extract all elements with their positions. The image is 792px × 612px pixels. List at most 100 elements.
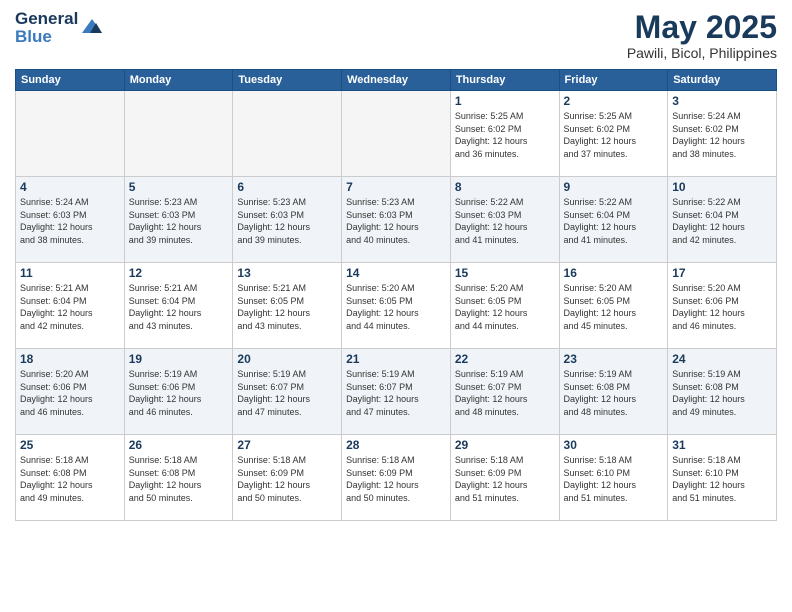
table-row: 8 Sunrise: 5:22 AM Sunset: 6:03 PM Daylig… <box>450 177 559 263</box>
day-number: 25 <box>20 438 120 452</box>
page-header: General Blue May 2025 Pawili, Bicol, Phi… <box>15 10 777 61</box>
table-row: 13 Sunrise: 5:21 AM Sunset: 6:05 PM Dayli… <box>233 263 342 349</box>
day-number: 18 <box>20 352 120 366</box>
day-number: 23 <box>564 352 664 366</box>
table-row: 16 Sunrise: 5:20 AM Sunset: 6:05 PM Dayli… <box>559 263 668 349</box>
table-row <box>342 91 451 177</box>
day-number: 17 <box>672 266 772 280</box>
table-row: 24 Sunrise: 5:19 AM Sunset: 6:08 PM Dayli… <box>668 349 777 435</box>
table-row: 28 Sunrise: 5:18 AM Sunset: 6:09 PM Dayli… <box>342 435 451 521</box>
day-number: 11 <box>20 266 120 280</box>
calendar-header-row: Sunday Monday Tuesday Wednesday Thursday… <box>16 70 777 91</box>
table-row: 15Sunrise: 5:20 AM Sunset: 6:05 PM Dayli… <box>450 263 559 349</box>
day-info: Sunrise: 5:20 AM Sunset: 6:05 PM Dayligh… <box>564 282 664 332</box>
logo-icon <box>82 19 102 38</box>
day-number: 31 <box>672 438 772 452</box>
day-number: 15 <box>455 266 555 280</box>
col-wednesday: Wednesday <box>342 70 451 91</box>
day-info: Sunrise: 5:23 AM Sunset: 6:03 PM Dayligh… <box>129 196 229 246</box>
location-subtitle: Pawili, Bicol, Philippines <box>627 45 777 61</box>
day-info: Sunrise: 5:22 AM Sunset: 6:03 PM Dayligh… <box>455 196 555 246</box>
day-number: 8 <box>455 180 555 194</box>
day-info: Sunrise: 5:25 AM Sunset: 6:02 PM Dayligh… <box>564 110 664 160</box>
day-info: Sunrise: 5:18 AM Sunset: 6:09 PM Dayligh… <box>237 454 337 504</box>
table-row: 1 Sunrise: 5:25 AM Sunset: 6:02 PM Daylig… <box>450 91 559 177</box>
table-row: 3 Sunrise: 5:24 AM Sunset: 6:02 PM Daylig… <box>668 91 777 177</box>
table-row <box>16 91 125 177</box>
day-info: Sunrise: 5:18 AM Sunset: 6:08 PM Dayligh… <box>129 454 229 504</box>
day-info: Sunrise: 5:21 AM Sunset: 6:04 PM Dayligh… <box>129 282 229 332</box>
day-number: 3 <box>672 94 772 108</box>
col-thursday: Thursday <box>450 70 559 91</box>
table-row: 22Sunrise: 5:19 AM Sunset: 6:07 PM Dayli… <box>450 349 559 435</box>
col-monday: Monday <box>124 70 233 91</box>
day-number: 1 <box>455 94 555 108</box>
day-info: Sunrise: 5:19 AM Sunset: 6:07 PM Dayligh… <box>346 368 446 418</box>
day-number: 6 <box>237 180 337 194</box>
logo-line2: Blue <box>15 28 78 46</box>
page-container: General Blue May 2025 Pawili, Bicol, Phi… <box>0 0 792 612</box>
table-row: 31 Sunrise: 5:18 AM Sunset: 6:10 PM Dayli… <box>668 435 777 521</box>
table-row: 10Sunrise: 5:22 AM Sunset: 6:04 PM Dayli… <box>668 177 777 263</box>
day-number: 21 <box>346 352 446 366</box>
day-number: 7 <box>346 180 446 194</box>
day-info: Sunrise: 5:24 AM Sunset: 6:02 PM Dayligh… <box>672 110 772 160</box>
day-number: 26 <box>129 438 229 452</box>
table-row: 17Sunrise: 5:20 AM Sunset: 6:06 PM Dayli… <box>668 263 777 349</box>
table-row: 7 Sunrise: 5:23 AM Sunset: 6:03 PM Daylig… <box>342 177 451 263</box>
day-info: Sunrise: 5:18 AM Sunset: 6:08 PM Dayligh… <box>20 454 120 504</box>
day-number: 19 <box>129 352 229 366</box>
logo: General Blue <box>15 10 102 46</box>
day-info: Sunrise: 5:25 AM Sunset: 6:02 PM Dayligh… <box>455 110 555 160</box>
day-number: 16 <box>564 266 664 280</box>
table-row: 29Sunrise: 5:18 AM Sunset: 6:09 PM Dayli… <box>450 435 559 521</box>
day-info: Sunrise: 5:18 AM Sunset: 6:09 PM Dayligh… <box>455 454 555 504</box>
table-row: 6 Sunrise: 5:23 AM Sunset: 6:03 PM Daylig… <box>233 177 342 263</box>
col-saturday: Saturday <box>668 70 777 91</box>
day-number: 24 <box>672 352 772 366</box>
day-number: 4 <box>20 180 120 194</box>
day-info: Sunrise: 5:19 AM Sunset: 6:08 PM Dayligh… <box>564 368 664 418</box>
table-row: 27Sunrise: 5:18 AM Sunset: 6:09 PM Dayli… <box>233 435 342 521</box>
day-info: Sunrise: 5:23 AM Sunset: 6:03 PM Dayligh… <box>346 196 446 246</box>
day-number: 2 <box>564 94 664 108</box>
day-number: 5 <box>129 180 229 194</box>
table-row: 12 Sunrise: 5:21 AM Sunset: 6:04 PM Dayli… <box>124 263 233 349</box>
day-info: Sunrise: 5:20 AM Sunset: 6:05 PM Dayligh… <box>346 282 446 332</box>
day-info: Sunrise: 5:19 AM Sunset: 6:06 PM Dayligh… <box>129 368 229 418</box>
day-info: Sunrise: 5:19 AM Sunset: 6:08 PM Dayligh… <box>672 368 772 418</box>
day-number: 28 <box>346 438 446 452</box>
table-row: 9Sunrise: 5:22 AM Sunset: 6:04 PM Daylig… <box>559 177 668 263</box>
calendar-week-row: 4Sunrise: 5:24 AM Sunset: 6:03 PM Daylig… <box>16 177 777 263</box>
calendar-week-row: 25 Sunrise: 5:18 AM Sunset: 6:08 PM Dayli… <box>16 435 777 521</box>
logo-line1: General <box>15 10 78 28</box>
table-row: 4Sunrise: 5:24 AM Sunset: 6:03 PM Daylig… <box>16 177 125 263</box>
day-info: Sunrise: 5:18 AM Sunset: 6:10 PM Dayligh… <box>672 454 772 504</box>
day-info: Sunrise: 5:22 AM Sunset: 6:04 PM Dayligh… <box>672 196 772 246</box>
calendar-week-row: 18 Sunrise: 5:20 AM Sunset: 6:06 PM Dayli… <box>16 349 777 435</box>
table-row: 11 Sunrise: 5:21 AM Sunset: 6:04 PM Dayli… <box>16 263 125 349</box>
table-row: 21 Sunrise: 5:19 AM Sunset: 6:07 PM Dayli… <box>342 349 451 435</box>
calendar-table: Sunday Monday Tuesday Wednesday Thursday… <box>15 69 777 521</box>
table-row <box>233 91 342 177</box>
table-row: 18 Sunrise: 5:20 AM Sunset: 6:06 PM Dayli… <box>16 349 125 435</box>
day-info: Sunrise: 5:21 AM Sunset: 6:05 PM Dayligh… <box>237 282 337 332</box>
table-row: 2 Sunrise: 5:25 AM Sunset: 6:02 PM Daylig… <box>559 91 668 177</box>
col-sunday: Sunday <box>16 70 125 91</box>
table-row: 14Sunrise: 5:20 AM Sunset: 6:05 PM Dayli… <box>342 263 451 349</box>
day-number: 13 <box>237 266 337 280</box>
day-info: Sunrise: 5:20 AM Sunset: 6:06 PM Dayligh… <box>20 368 120 418</box>
day-info: Sunrise: 5:19 AM Sunset: 6:07 PM Dayligh… <box>455 368 555 418</box>
day-info: Sunrise: 5:18 AM Sunset: 6:09 PM Dayligh… <box>346 454 446 504</box>
table-row: 26 Sunrise: 5:18 AM Sunset: 6:08 PM Dayli… <box>124 435 233 521</box>
day-info: Sunrise: 5:21 AM Sunset: 6:04 PM Dayligh… <box>20 282 120 332</box>
table-row: 5 Sunrise: 5:23 AM Sunset: 6:03 PM Daylig… <box>124 177 233 263</box>
day-info: Sunrise: 5:23 AM Sunset: 6:03 PM Dayligh… <box>237 196 337 246</box>
table-row: 20Sunrise: 5:19 AM Sunset: 6:07 PM Dayli… <box>233 349 342 435</box>
day-number: 30 <box>564 438 664 452</box>
day-number: 12 <box>129 266 229 280</box>
calendar-week-row: 11 Sunrise: 5:21 AM Sunset: 6:04 PM Dayli… <box>16 263 777 349</box>
table-row <box>124 91 233 177</box>
day-info: Sunrise: 5:22 AM Sunset: 6:04 PM Dayligh… <box>564 196 664 246</box>
day-info: Sunrise: 5:18 AM Sunset: 6:10 PM Dayligh… <box>564 454 664 504</box>
